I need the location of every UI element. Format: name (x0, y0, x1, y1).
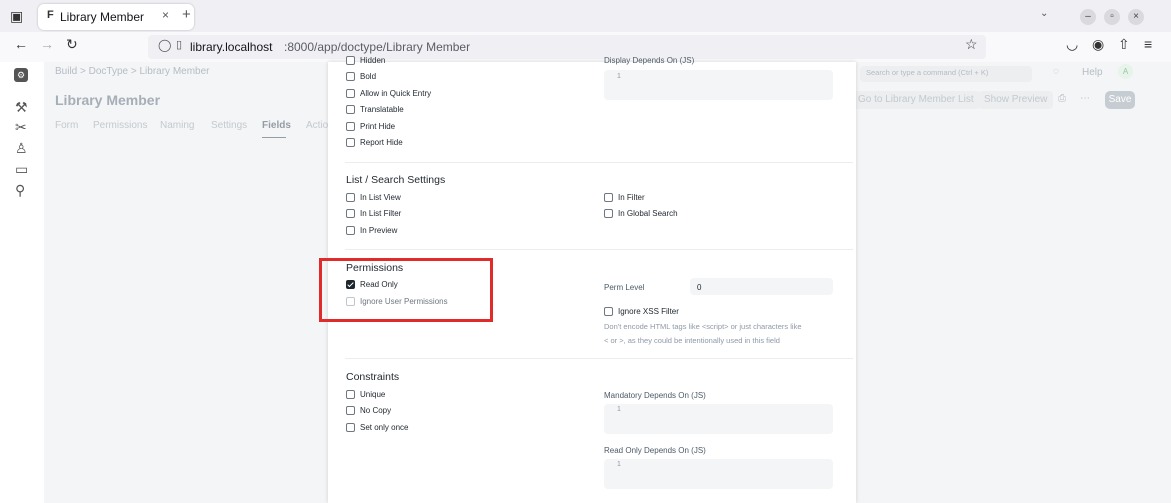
display-depends-on-editor[interactable] (604, 70, 833, 100)
website-icon[interactable]: ▭ (15, 161, 28, 178)
mandatory-depends-on-label: Mandatory Depends On (JS) (604, 391, 706, 400)
favicon-icon: F (47, 9, 54, 21)
page-icon[interactable]: ▯ (176, 38, 182, 51)
integration-icon[interactable]: ✂ (15, 119, 27, 136)
help-menu[interactable]: Help (1082, 67, 1103, 78)
print-icon[interactable]: ⎙ (1058, 93, 1066, 104)
section-divider (345, 249, 853, 250)
in-list-view-label: In List View (360, 193, 401, 202)
awesomebar-placeholder: Search or type a command (Ctrl + K) (866, 68, 989, 77)
in-list-filter-checkbox[interactable] (346, 209, 355, 218)
report-hide-label: Report Hide (360, 138, 403, 147)
tab-settings[interactable]: Settings (211, 120, 247, 131)
tab-list-chevron-icon[interactable]: ⌄ (1040, 8, 1048, 19)
avatar[interactable]: A (1118, 64, 1133, 79)
allow-in-quick-entry-checkbox[interactable] (346, 89, 355, 98)
go-to-list-button[interactable]: Go to Library Member List (852, 91, 980, 109)
ignore-xss-description-line-2: < or >, as they could be intentionally u… (604, 336, 780, 345)
menu-icon[interactable]: ≡ (1144, 36, 1152, 52)
section-divider (345, 162, 853, 163)
read-only-depends-on-editor[interactable] (604, 459, 833, 489)
in-list-view-checkbox[interactable] (346, 193, 355, 202)
tab-title: Library Member (60, 10, 145, 24)
perm-level-label: Perm Level (604, 283, 645, 292)
new-tab-icon[interactable]: + (182, 6, 191, 23)
url-host: library.localhost (190, 40, 273, 54)
extensions-icon[interactable]: ⇧ (1118, 36, 1130, 53)
report-hide-checkbox[interactable] (346, 138, 355, 147)
highlight-box (319, 258, 493, 322)
in-filter-label: In Filter (618, 193, 645, 202)
show-preview-button[interactable]: Show Preview (978, 91, 1054, 109)
reload-icon[interactable]: ↻ (66, 36, 78, 53)
more-icon[interactable]: ⋯ (1080, 93, 1090, 104)
in-preview-checkbox[interactable] (346, 226, 355, 235)
tab-actions[interactable]: Actions (306, 120, 328, 131)
set-only-once-checkbox[interactable] (346, 423, 355, 432)
tab-fields[interactable]: Fields (262, 120, 291, 131)
translatable-label: Translatable (360, 105, 404, 114)
notification-bell-icon[interactable]: ◌ (1053, 66, 1059, 77)
breadcrumb[interactable]: Build > DocType > Library Member (55, 66, 210, 77)
users-icon[interactable]: ♙ (15, 140, 28, 157)
translatable-checkbox[interactable] (346, 105, 355, 114)
minimize-icon[interactable]: – (1080, 9, 1096, 25)
section-divider (345, 358, 853, 359)
url-bar[interactable] (148, 35, 986, 59)
bookmark-star-icon[interactable]: ☆ (965, 36, 978, 53)
back-icon[interactable]: ← (14, 36, 28, 52)
save-button[interactable]: Save (1105, 91, 1135, 109)
unique-label: Unique (360, 390, 386, 399)
hidden-label: Hidden (360, 56, 386, 65)
no-copy-label: No Copy (360, 406, 392, 415)
forward-icon[interactable]: → (40, 36, 54, 52)
tab-permissions[interactable]: Permissions (93, 120, 147, 131)
close-window-icon[interactable]: × (1128, 9, 1144, 25)
perm-level-value: 0 (697, 283, 702, 292)
tab-naming[interactable]: Naming (160, 120, 194, 131)
tab-form[interactable]: Form (55, 120, 78, 131)
print-hide-checkbox[interactable] (346, 122, 355, 131)
pocket-icon[interactable]: ◡ (1066, 36, 1078, 53)
app-logo-icon[interactable]: ⚙ (14, 68, 28, 82)
page-title: Library Member (55, 92, 161, 108)
ignore-xss-filter-label: Ignore XSS Filter (618, 307, 679, 316)
tab-overview-icon[interactable]: ▣ (10, 8, 23, 25)
in-preview-label: In Preview (360, 226, 398, 235)
list-search-settings-heading: List / Search Settings (346, 174, 446, 186)
display-depends-on-label: Display Depends On (JS) (604, 56, 695, 65)
line-number: 1 (617, 406, 621, 413)
line-number: 1 (617, 73, 621, 80)
in-filter-checkbox[interactable] (604, 193, 613, 202)
line-number: 1 (617, 461, 621, 468)
url-path: :8000/app/doctype/Library Member (284, 40, 471, 54)
no-copy-checkbox[interactable] (346, 406, 355, 415)
allow-in-quick-entry-label: Allow in Quick Entry (360, 89, 432, 98)
unique-checkbox[interactable] (346, 390, 355, 399)
hidden-checkbox[interactable] (346, 56, 355, 65)
set-only-once-label: Set only once (360, 423, 409, 432)
active-tab-indicator (262, 137, 286, 138)
perm-level-input[interactable] (690, 278, 833, 295)
constraints-heading: Constraints (346, 371, 400, 383)
print-hide-label: Print Hide (360, 122, 396, 131)
restore-icon[interactable]: ▫ (1104, 9, 1120, 25)
tools-icon[interactable]: ⚒ (15, 99, 28, 116)
shield-icon[interactable]: ◯ (158, 38, 171, 52)
in-list-filter-label: In List Filter (360, 209, 402, 218)
bold-label: Bold (360, 72, 377, 81)
build-icon[interactable]: ⚲ (15, 182, 25, 199)
in-global-search-checkbox[interactable] (604, 209, 613, 218)
in-global-search-label: In Global Search (618, 209, 678, 218)
bold-checkbox[interactable] (346, 72, 355, 81)
account-icon[interactable]: ◉ (1092, 36, 1104, 53)
read-only-depends-on-label: Read Only Depends On (JS) (604, 446, 706, 455)
close-tab-icon[interactable]: × (162, 8, 169, 22)
ignore-xss-filter-checkbox[interactable] (604, 307, 613, 316)
mandatory-depends-on-editor[interactable] (604, 404, 833, 434)
